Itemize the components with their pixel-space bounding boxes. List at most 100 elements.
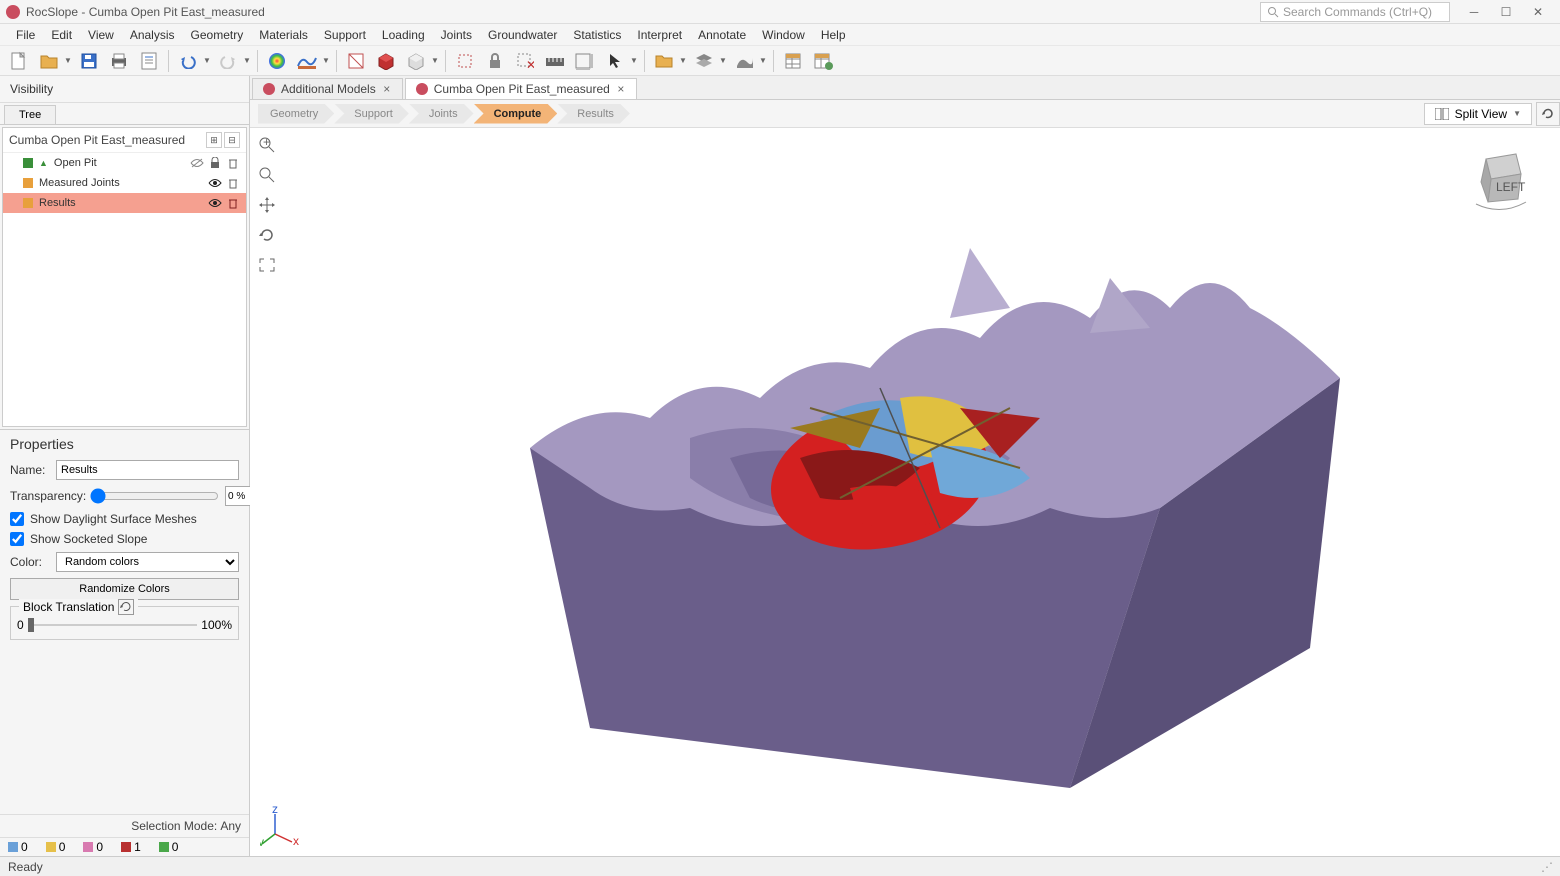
- visibility-on-icon[interactable]: [208, 176, 222, 190]
- menu-loading[interactable]: Loading: [374, 26, 433, 44]
- menu-statistics[interactable]: Statistics: [565, 26, 629, 44]
- pan-icon[interactable]: [256, 194, 278, 216]
- doc-tab-additional-models[interactable]: Additional Models ×: [252, 78, 403, 99]
- tree-item-results[interactable]: Results: [3, 193, 246, 213]
- refresh-icon[interactable]: [118, 599, 134, 615]
- select-rect-button[interactable]: [452, 48, 478, 74]
- zoom-window-icon[interactable]: +: [256, 134, 278, 156]
- show-daylight-checkbox[interactable]: [10, 512, 24, 526]
- menu-analysis[interactable]: Analysis: [122, 26, 183, 44]
- table-button[interactable]: [780, 48, 806, 74]
- data-table-button[interactable]: [810, 48, 836, 74]
- close-button[interactable]: ✕: [1522, 0, 1554, 24]
- visibility-tree[interactable]: Cumba Open Pit East_measured ⊞ ⊟ ▲ Open …: [2, 127, 247, 427]
- redo-button[interactable]: [215, 48, 241, 74]
- maximize-button[interactable]: ☐: [1490, 0, 1522, 24]
- report-button[interactable]: [136, 48, 162, 74]
- lock-button[interactable]: [482, 48, 508, 74]
- wf-step-joints[interactable]: Joints: [409, 104, 474, 124]
- menu-joints[interactable]: Joints: [433, 26, 480, 44]
- axis-gizmo[interactable]: z x y: [260, 806, 300, 846]
- dropdown-icon[interactable]: ▼: [64, 56, 72, 65]
- refresh-view-button[interactable]: [1536, 102, 1560, 126]
- stereonet-button[interactable]: [264, 48, 290, 74]
- tree-item-open-pit[interactable]: ▲ Open Pit: [3, 153, 246, 173]
- zoom-icon[interactable]: [256, 164, 278, 186]
- block-button[interactable]: [373, 48, 399, 74]
- menu-interpret[interactable]: Interpret: [629, 26, 690, 44]
- expand-all-icon[interactable]: ⊞: [206, 132, 222, 148]
- menu-view[interactable]: View: [80, 26, 122, 44]
- contour-button[interactable]: [294, 48, 320, 74]
- rotate-icon[interactable]: [256, 224, 278, 246]
- terrain-model: [470, 168, 1370, 818]
- render-button[interactable]: [731, 48, 757, 74]
- print-button[interactable]: [106, 48, 132, 74]
- close-tab-icon[interactable]: ×: [382, 82, 392, 96]
- menu-groundwater[interactable]: Groundwater: [480, 26, 565, 44]
- collapse-all-icon[interactable]: ⊟: [224, 132, 240, 148]
- menu-edit[interactable]: Edit: [43, 26, 80, 44]
- cube-button[interactable]: [403, 48, 429, 74]
- tree-tab[interactable]: Tree: [4, 105, 56, 124]
- dropdown-icon[interactable]: ▼: [630, 56, 638, 65]
- randomize-colors-button[interactable]: Randomize Colors: [10, 578, 239, 600]
- dropdown-icon[interactable]: ▼: [243, 56, 251, 65]
- dropdown-icon[interactable]: ▼: [203, 56, 211, 65]
- menu-support[interactable]: Support: [316, 26, 374, 44]
- menu-help[interactable]: Help: [813, 26, 854, 44]
- dropdown-icon[interactable]: ▼: [759, 56, 767, 65]
- trash-icon[interactable]: [226, 196, 240, 210]
- name-input[interactable]: [56, 460, 239, 480]
- fit-icon[interactable]: [256, 254, 278, 276]
- visibility-on-icon[interactable]: [208, 196, 222, 210]
- layers-button[interactable]: [691, 48, 717, 74]
- trash-icon[interactable]: [226, 176, 240, 190]
- menu-materials[interactable]: Materials: [251, 26, 316, 44]
- save-button[interactable]: [76, 48, 102, 74]
- search-commands-input[interactable]: Search Commands (Ctrl+Q): [1260, 2, 1450, 22]
- wf-step-compute[interactable]: Compute: [474, 104, 558, 124]
- menu-annotate[interactable]: Annotate: [690, 26, 754, 44]
- wf-step-results[interactable]: Results: [557, 104, 630, 124]
- counter-value: 1: [134, 840, 141, 854]
- menu-file[interactable]: File: [8, 26, 43, 44]
- split-view-dropdown[interactable]: Split View ▼: [1424, 103, 1532, 125]
- lock-icon[interactable]: [208, 156, 222, 170]
- select-tool-button[interactable]: [343, 48, 369, 74]
- split-view-label: Split View: [1455, 107, 1507, 121]
- undo-button[interactable]: [175, 48, 201, 74]
- doc-tab-cumba[interactable]: Cumba Open Pit East_measured ×: [405, 78, 637, 99]
- dropdown-icon[interactable]: ▼: [322, 56, 330, 65]
- folder-tool-button[interactable]: [651, 48, 677, 74]
- transparency-slider[interactable]: [90, 488, 219, 504]
- visibility-off-icon[interactable]: [190, 156, 204, 170]
- wf-step-geometry[interactable]: Geometry: [258, 104, 334, 124]
- tree-root[interactable]: Cumba Open Pit East_measured ⊞ ⊟: [3, 128, 246, 153]
- dimension-button[interactable]: [572, 48, 598, 74]
- minimize-button[interactable]: ─: [1458, 0, 1490, 24]
- pointer-button[interactable]: [602, 48, 628, 74]
- dropdown-icon[interactable]: ▼: [679, 56, 687, 65]
- nav-cube[interactable]: LEFT: [1466, 144, 1536, 214]
- open-file-button[interactable]: [36, 48, 62, 74]
- wf-step-support[interactable]: Support: [334, 104, 409, 124]
- 3d-canvas[interactable]: +: [250, 128, 1560, 856]
- tree-item-measured-joints[interactable]: Measured Joints: [3, 173, 246, 193]
- show-socketed-checkbox[interactable]: [10, 532, 24, 546]
- resize-grip-icon[interactable]: ⋰: [1541, 860, 1552, 874]
- svg-text:x: x: [293, 834, 299, 846]
- block-translation-slider[interactable]: [28, 617, 198, 633]
- dropdown-icon[interactable]: ▼: [431, 56, 439, 65]
- svg-text:y: y: [260, 835, 264, 846]
- trash-icon[interactable]: [226, 156, 240, 170]
- menu-geometry[interactable]: Geometry: [183, 26, 252, 44]
- close-tab-icon[interactable]: ×: [616, 82, 626, 96]
- color-select[interactable]: Random colors: [56, 552, 239, 572]
- dropdown-icon[interactable]: ▼: [719, 56, 727, 65]
- delete-selection-button[interactable]: ✕: [512, 48, 538, 74]
- measure-button[interactable]: [542, 48, 568, 74]
- menu-window[interactable]: Window: [754, 26, 813, 44]
- counter-value: 0: [21, 840, 28, 854]
- new-file-button[interactable]: [6, 48, 32, 74]
